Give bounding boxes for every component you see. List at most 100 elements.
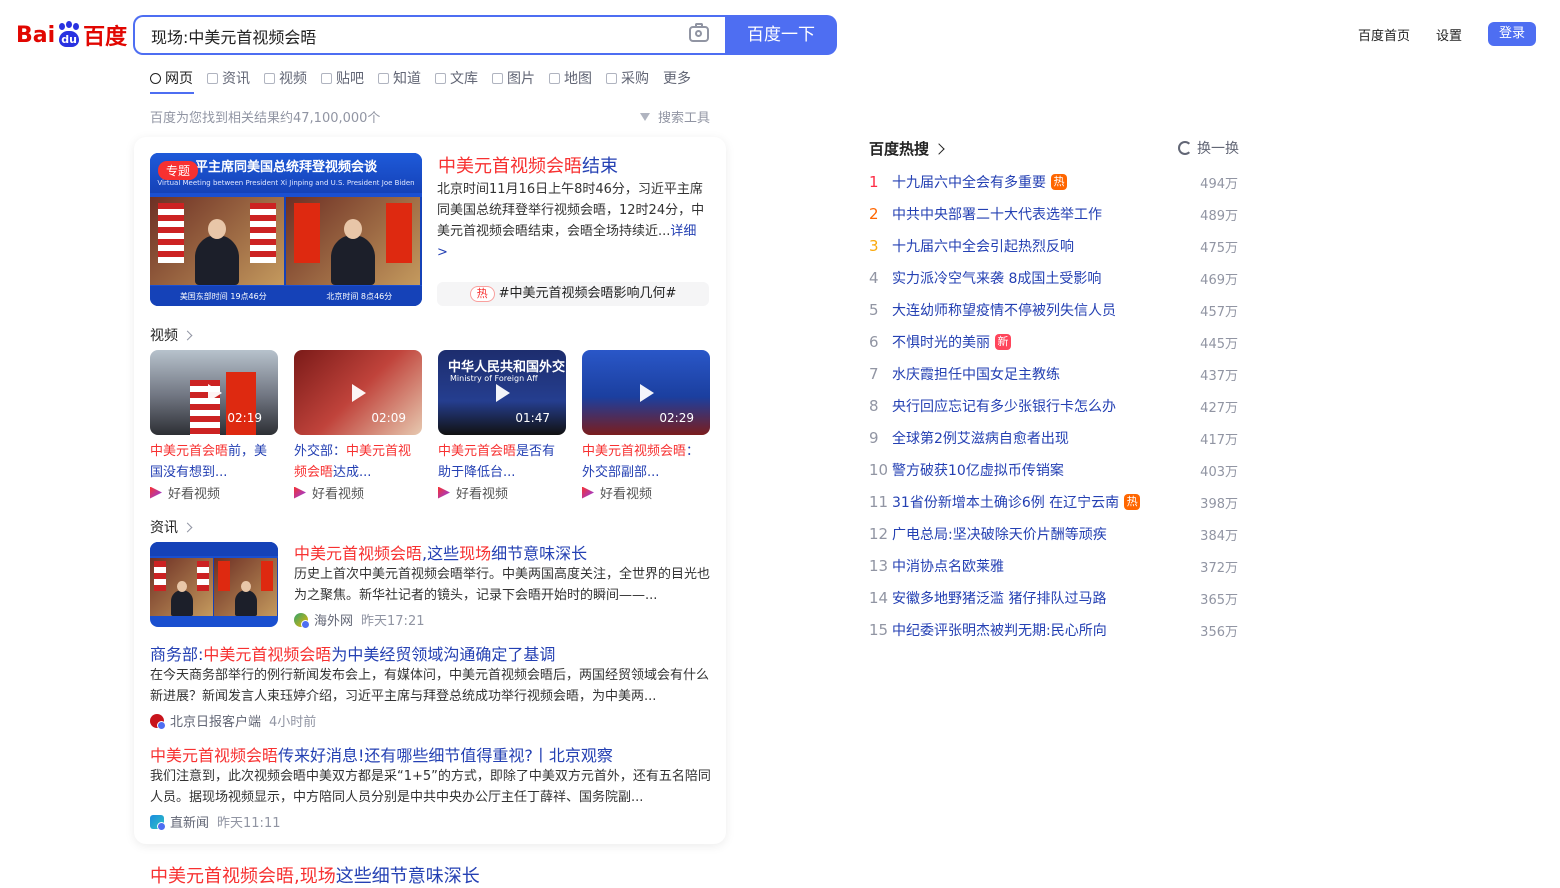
tab-more[interactable]: 更多 xyxy=(663,68,691,88)
image-icon xyxy=(492,72,503,84)
video-caption[interactable]: 中美元首会晤是否有助于降低台... xyxy=(438,441,566,483)
hot-search-item[interactable]: 8 央行回应忘记有多少张银行卡怎么办 427万 xyxy=(869,390,1238,422)
hot-item-text[interactable]: 实力派冷空气来袭 8成国土受影响 xyxy=(892,268,1101,288)
tab-video[interactable]: 视频 xyxy=(264,68,307,88)
hot-item-text[interactable]: 大连幼师称望疫情不停被列失信人员 xyxy=(892,300,1116,320)
title-red: 中美元首视频会晤 xyxy=(294,544,423,563)
hot-item-text[interactable]: 十九届六中全会引起热烈反响 xyxy=(892,236,1074,256)
video-caption[interactable]: 外交部：中美元首视频会晤达成... xyxy=(294,441,422,483)
camera-icon[interactable] xyxy=(689,23,709,42)
hot-search-item[interactable]: 11 31省份新增本土确诊6例 在辽宁云南热 398万 xyxy=(869,486,1238,518)
news-title[interactable]: 中美元首视频会晤传来好消息!还有哪些细节值得重视?丨北京观察 xyxy=(150,742,613,766)
video-section-header[interactable]: 视频 xyxy=(150,325,193,345)
hot-search-item[interactable]: 9 全球第2例艾滋病自愈者出现 417万 xyxy=(869,422,1238,454)
news-title[interactable]: 中美元首视频会晤,这些现场细节意味深长 xyxy=(294,540,587,564)
hero-title-blue: 结束 xyxy=(582,156,618,177)
video-icon xyxy=(264,72,275,84)
hot-item-text[interactable]: 中纪委评张明杰被判无期:民心所向 xyxy=(892,620,1107,640)
haokan-icon xyxy=(582,486,594,499)
hot-topic-chip[interactable]: 热 #中美元首视频会晤影响几何# xyxy=(437,282,709,306)
search-tools-button[interactable]: 搜索工具 xyxy=(640,107,710,126)
hot-item-text[interactable]: 31省份新增本土确诊6例 在辽宁云南 xyxy=(892,492,1119,512)
video-thumbnail[interactable]: 中华人民共和国外交 Ministry of Foreign Aff 01:47 xyxy=(438,350,566,435)
video-thumbnail[interactable]: 02:29 xyxy=(582,350,710,435)
video-caption[interactable]: 中美元首视频会晤：外交部副部... xyxy=(582,441,710,483)
hot-search-item[interactable]: 5 大连幼师称望疫情不停被列失信人员 457万 xyxy=(869,294,1238,326)
play-icon xyxy=(640,383,654,402)
caption-red: 中美元首会晤 xyxy=(150,444,229,459)
hot-item-text[interactable]: 十九届六中全会有多重要 xyxy=(892,172,1046,192)
topic-badge: 专题 xyxy=(158,161,199,180)
hot-search-item[interactable]: 12 广电总局:坚决破除天价片酬等顽疾 384万 xyxy=(869,518,1238,550)
source-name[interactable]: 海外网 xyxy=(314,610,353,629)
hot-search-item[interactable]: 14 安徽多地野猪泛滥 猪仔排队过马路 365万 xyxy=(869,582,1238,614)
hot-item-text[interactable]: 不惧时光的美丽 xyxy=(892,332,990,352)
tab-news[interactable]: 资讯 xyxy=(207,68,250,88)
news-time: 昨天11:11 xyxy=(217,816,281,831)
hot-search-item[interactable]: 1 十九届六中全会有多重要热 494万 xyxy=(869,166,1238,198)
hot-rank: 9 xyxy=(869,429,879,447)
tab-zhidao[interactable]: 知道 xyxy=(378,68,421,88)
tab-label: 贴吧 xyxy=(336,71,364,87)
tab-images[interactable]: 图片 xyxy=(492,68,535,88)
refresh-button[interactable]: 换一换 xyxy=(1178,138,1239,158)
baidu-logo[interactable]: Bai du 百度 xyxy=(16,18,127,52)
video-item[interactable]: 02:29 中美元首视频会晤：外交部副部... 好看视频 xyxy=(582,350,710,502)
hero-title-red: 中美元首视频会晤 xyxy=(438,156,582,177)
video-thumbnail[interactable]: 02:19 xyxy=(150,350,278,435)
hot-search-item[interactable]: 13 中消协点名欧莱雅 372万 xyxy=(869,550,1238,582)
video-thumbnail[interactable]: 02:09 xyxy=(294,350,422,435)
tab-purchase[interactable]: 采购 xyxy=(606,68,649,88)
hero-image[interactable]: 平主席同美国总统拜登视频会谈 Virtual Meeting between P… xyxy=(150,153,422,306)
hot-search-item[interactable]: 2 中共中央部署二十大代表选举工作 489万 xyxy=(869,198,1238,230)
hero-title[interactable]: 中美元首视频会晤结束 xyxy=(438,152,618,178)
hot-topic-text: #中美元首视频会晤影响几何# xyxy=(498,286,677,301)
hot-rank: 4 xyxy=(869,269,879,287)
hot-search-item[interactable]: 15 中纪委评张明杰被判无期:民心所向 356万 xyxy=(869,614,1238,646)
home-link[interactable]: 百度首页 xyxy=(1358,25,1410,44)
hot-search-item[interactable]: 6 不惧时光的美丽新 445万 xyxy=(869,326,1238,358)
hot-item-text[interactable]: 中共中央部署二十大代表选举工作 xyxy=(892,204,1102,224)
tab-web[interactable]: 网页 xyxy=(150,68,193,88)
tab-wenku[interactable]: 文库 xyxy=(435,68,478,88)
news-title[interactable]: 商务部:中美元首视频会晤为中美经贸领域沟通确定了基调 xyxy=(150,641,555,665)
hot-search-item[interactable]: 10 警方破获10亿虚拟币传销案 403万 xyxy=(869,454,1238,486)
hot-item-text[interactable]: 央行回应忘记有多少张银行卡怎么办 xyxy=(892,396,1116,416)
hot-item-text[interactable]: 全球第2例艾滋病自愈者出现 xyxy=(892,428,1069,448)
refresh-icon xyxy=(1178,141,1192,155)
hot-search-item[interactable]: 3 十九届六中全会引起热烈反响 475万 xyxy=(869,230,1238,262)
hot-rank: 7 xyxy=(869,365,879,383)
next-result-title[interactable]: 中美元首视频会晤,现场这些细节意味深长 xyxy=(150,862,480,888)
tab-map[interactable]: 地图 xyxy=(549,68,592,88)
search-tools-label: 搜索工具 xyxy=(658,111,711,126)
hot-count: 372万 xyxy=(1200,560,1238,576)
video-item[interactable]: 02:19 中美元首会晤前，美国没有想到... 好看视频 xyxy=(150,350,278,502)
news-section-header[interactable]: 资讯 xyxy=(150,517,193,537)
hot-item-text[interactable]: 警方破获10亿虚拟币传销案 xyxy=(892,460,1064,480)
hot-count: 437万 xyxy=(1200,368,1238,384)
video-source-label: 好看视频 xyxy=(312,487,365,502)
source-name[interactable]: 直新闻 xyxy=(170,812,209,831)
hot-search-item[interactable]: 7 水庆霞担任中国女足主教练 437万 xyxy=(869,358,1238,390)
hot-item-text[interactable]: 广电总局:坚决破除天价片酬等顽疾 xyxy=(892,524,1107,544)
source-name[interactable]: 北京日报客户端 xyxy=(170,711,261,730)
search-input[interactable] xyxy=(149,17,673,55)
haokan-icon xyxy=(294,486,306,499)
hot-item-text[interactable]: 中消协点名欧莱雅 xyxy=(892,556,1004,576)
hot-search-item[interactable]: 4 实力派冷空气来袭 8成国土受影响 469万 xyxy=(869,262,1238,294)
login-button[interactable]: 登录 xyxy=(1487,22,1536,46)
hot-search-header[interactable]: 百度热搜 xyxy=(869,138,945,159)
search-icon xyxy=(150,72,161,84)
hot-count: 489万 xyxy=(1200,208,1238,224)
video-item[interactable]: 02:09 外交部：中美元首视频会晤达成... 好看视频 xyxy=(294,350,422,502)
video-caption[interactable]: 中美元首会晤前，美国没有想到... xyxy=(150,441,278,483)
video-item[interactable]: 中华人民共和国外交 Ministry of Foreign Aff 01:47 … xyxy=(438,350,566,502)
search-button[interactable]: 百度一下 xyxy=(725,15,837,55)
news-thumbnail[interactable] xyxy=(150,542,278,627)
logo-text-baidu: 百度 xyxy=(83,25,128,50)
settings-link[interactable]: 设置 xyxy=(1436,25,1462,44)
hot-item-text[interactable]: 水庆霞担任中国女足主教练 xyxy=(892,364,1060,384)
hot-item-text[interactable]: 安徽多地野猪泛滥 猪仔排队过马路 xyxy=(892,588,1106,608)
tab-tieba[interactable]: 贴吧 xyxy=(321,68,364,88)
caption-blue: 外交部： xyxy=(294,444,347,459)
